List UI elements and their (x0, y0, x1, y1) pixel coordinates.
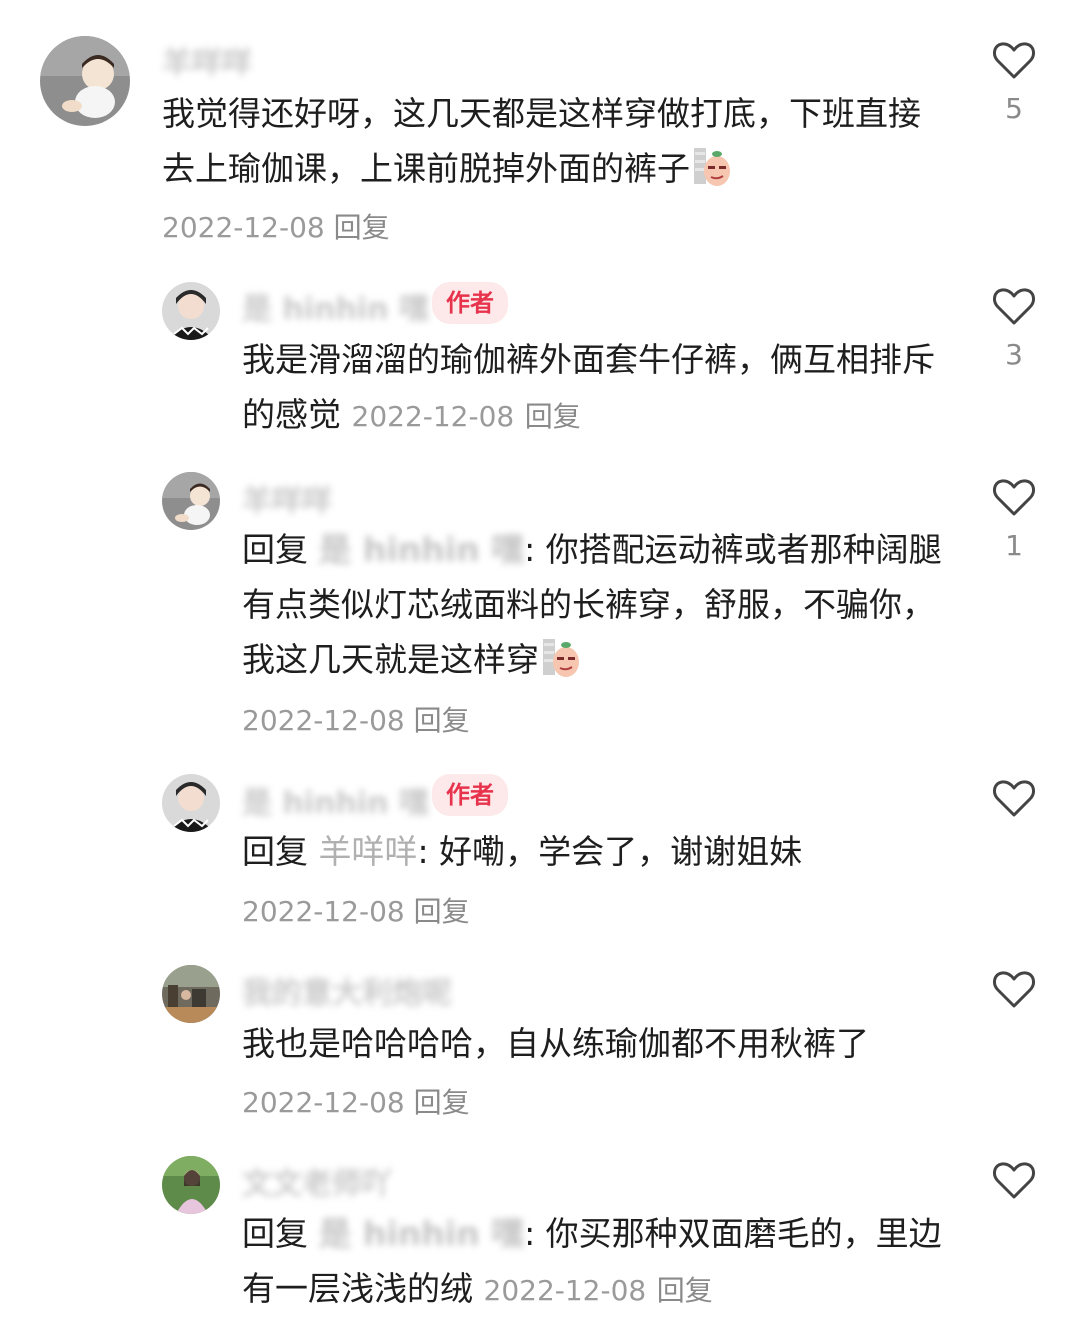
reply-button[interactable]: 回复 (657, 1274, 713, 1307)
username[interactable]: 是 hinhin 嘿 (242, 778, 429, 822)
comment-meta: 2022-12-08 回复 (242, 699, 470, 739)
comment-date: 2022-12-08 (242, 1086, 405, 1119)
avatar-image (162, 472, 220, 530)
comment-date: 2022-12-08 (351, 400, 515, 433)
reply-target[interactable]: 是 hinhin 嘿 (319, 1214, 525, 1253)
reply-target[interactable]: 羊咩咩 (319, 832, 418, 871)
author-badge: 作者 (432, 282, 508, 324)
reply-target[interactable]: 是 hinhin 嘿 (319, 530, 525, 569)
comment-text: 我是滑溜溜的瑜伽裤外面套牛仔裤，俩互相排斥的感觉 2022-12-08 回复 (242, 332, 942, 444)
username[interactable]: 我的意大利炮呢 (242, 968, 452, 1012)
heart-outline-icon (993, 780, 1035, 817)
reply-button[interactable]: 回复 (414, 704, 470, 737)
like-count: 3 (1005, 338, 1023, 371)
reply-button[interactable]: 回复 (414, 895, 470, 928)
heart-outline-icon (993, 1162, 1035, 1199)
heart-outline-icon (993, 288, 1035, 325)
username[interactable]: 羊咩咩 (162, 38, 252, 82)
heart-outline-icon (993, 479, 1035, 516)
avatar[interactable] (162, 1156, 220, 1214)
like-count: 1 (1005, 529, 1023, 562)
comment-text-content: 我也是哈哈哈哈，自从练瑜伽都不用秋裤了 (242, 1024, 869, 1063)
smirk-emoji-icon (694, 148, 730, 186)
like-button[interactable] (992, 778, 1036, 818)
comment-text: 回复 是 hinhin 嘿: 你买那种双面磨毛的，里边有一层浅浅的绒 2022-… (242, 1206, 942, 1318)
comment-date: 2022-12-08 (242, 895, 405, 928)
avatar-image (40, 36, 130, 126)
avatar-image (162, 282, 220, 340)
comment-date: 2022-12-08 (483, 1274, 647, 1307)
author-badge: 作者 (432, 774, 508, 816)
avatar[interactable] (162, 472, 220, 530)
avatar[interactable] (162, 965, 220, 1023)
comment-text: 回复 是 hinhin 嘿: 你搭配运动裤或者那种阔腿有点类似灯芯绒面料的长裤穿… (242, 522, 942, 687)
comment-meta: 2022-12-08 回复 (162, 206, 390, 246)
avatar-image (162, 1156, 220, 1214)
avatar[interactable] (40, 36, 130, 126)
reply-prefix: 回复 (242, 832, 308, 871)
username[interactable]: 羊咩咩 (242, 476, 332, 520)
like-button[interactable]: 3 (992, 286, 1036, 371)
comment-meta: 2022-12-08 回复 (242, 1081, 470, 1121)
avatar[interactable] (162, 282, 220, 340)
comment-text-content: 我是滑溜溜的瑜伽裤外面套牛仔裤，俩互相排斥的感觉 (242, 340, 935, 434)
reply-prefix: 回复 (242, 1214, 308, 1253)
like-button[interactable]: 1 (992, 477, 1036, 562)
comment-text: 我觉得还好呀，这几天都是这样穿做打底，下班直接去上瑜伽课，上课前脱掉外面的裤子 (162, 86, 922, 196)
comment-date: 2022-12-08 (242, 704, 405, 737)
avatar-image (162, 774, 220, 832)
comment-text: 我也是哈哈哈哈，自从练瑜伽都不用秋裤了 (242, 1016, 942, 1071)
reply-button[interactable]: 回复 (334, 211, 390, 244)
comment-text-content: : 好嘞，学会了，谢谢姐妹 (417, 832, 803, 871)
like-button[interactable] (992, 1160, 1036, 1200)
heart-outline-icon (993, 971, 1035, 1008)
avatar-image (162, 965, 220, 1023)
username[interactable]: 是 hinhin 嘿 (242, 284, 429, 328)
comment-meta: 2022-12-08 回复 (242, 890, 470, 930)
reply-button[interactable]: 回复 (414, 1086, 470, 1119)
comment-text-content: 我觉得还好呀，这几天都是这样穿做打底，下班直接去上瑜伽课，上课前脱掉外面的裤子 (162, 94, 921, 188)
username[interactable]: 文文老师吖 (242, 1159, 392, 1203)
comment-date: 2022-12-08 (162, 211, 325, 244)
avatar[interactable] (162, 774, 220, 832)
reply-button[interactable]: 回复 (525, 400, 581, 433)
like-count: 5 (1005, 92, 1023, 125)
comment-text: 回复 羊咩咩: 好嘞，学会了，谢谢姐妹 (242, 824, 942, 879)
smirk-emoji-icon (543, 639, 579, 677)
like-button[interactable] (992, 969, 1036, 1009)
heart-outline-icon (993, 42, 1035, 79)
like-button[interactable]: 5 (992, 40, 1036, 125)
reply-prefix: 回复 (242, 530, 308, 569)
